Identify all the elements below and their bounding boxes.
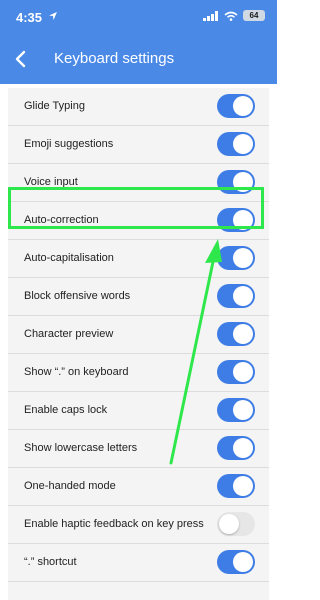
- toggle-switch[interactable]: [217, 322, 255, 346]
- toggle-switch[interactable]: [217, 398, 255, 422]
- setting-label: Enable haptic feedback on key press: [24, 518, 204, 530]
- toggle-switch[interactable]: [217, 132, 255, 156]
- settings-list: Glide Typing Emoji suggestions Voice input…: [8, 88, 269, 600]
- toggle-knob: [233, 438, 253, 458]
- chevron-left-icon: [15, 50, 26, 68]
- setting-row[interactable]: Block offensive words: [8, 278, 269, 316]
- setting-row[interactable]: Character preview: [8, 316, 269, 354]
- app-bar: Keyboard settings: [0, 34, 277, 84]
- toggle-knob: [233, 286, 253, 306]
- setting-row[interactable]: Auto-correction: [8, 202, 269, 240]
- toggle-switch[interactable]: [217, 170, 255, 194]
- setting-row[interactable]: One-handed mode: [8, 468, 269, 506]
- status-indicators: 64: [203, 10, 265, 21]
- toggle-knob: [233, 210, 253, 230]
- toggle-knob: [233, 552, 253, 572]
- location-arrow-icon: [49, 12, 57, 20]
- toggle-knob: [233, 172, 253, 192]
- setting-row[interactable]: Voice input: [8, 164, 269, 202]
- setting-label: Emoji suggestions: [24, 138, 114, 150]
- toggle-knob: [233, 476, 253, 496]
- status-time: 4:35: [16, 10, 43, 25]
- wifi-icon: [224, 11, 238, 21]
- toggle-switch[interactable]: [217, 550, 255, 574]
- setting-label: “.” shortcut: [24, 556, 77, 568]
- setting-label: Show “.” on keyboard: [24, 366, 129, 378]
- toggle-knob: [233, 362, 253, 382]
- setting-label: Character preview: [24, 328, 114, 340]
- setting-label: Show lowercase letters: [24, 442, 138, 454]
- toggle-switch[interactable]: [217, 208, 255, 232]
- toggle-knob: [233, 324, 253, 344]
- toggle-switch[interactable]: [217, 512, 255, 536]
- page-title: Keyboard settings: [54, 50, 175, 67]
- toggle-switch[interactable]: [217, 474, 255, 498]
- toggle-switch[interactable]: [217, 246, 255, 270]
- setting-label: Auto-correction: [24, 214, 99, 226]
- toggle-switch[interactable]: [217, 284, 255, 308]
- toggle-knob: [219, 514, 239, 534]
- setting-row[interactable]: Emoji suggestions: [8, 126, 269, 164]
- toggle-switch[interactable]: [217, 360, 255, 384]
- setting-row[interactable]: Enable haptic feedback on key press: [8, 506, 269, 544]
- setting-label: One-handed mode: [24, 480, 116, 492]
- toggle-knob: [233, 400, 253, 420]
- back-button[interactable]: [8, 46, 34, 72]
- setting-row[interactable]: Glide Typing: [8, 88, 269, 126]
- setting-row[interactable]: Auto-capitalisation: [8, 240, 269, 278]
- battery-icon: 64: [243, 10, 265, 21]
- setting-label: Auto-capitalisation: [24, 252, 114, 264]
- setting-row[interactable]: Show lowercase letters: [8, 430, 269, 468]
- status-bar: 4:35 64: [0, 0, 277, 34]
- setting-label: Voice input: [24, 176, 78, 188]
- setting-row[interactable]: Enable caps lock: [8, 392, 269, 430]
- signal-icon: [203, 10, 218, 21]
- toggle-knob: [233, 134, 253, 154]
- toggle-switch[interactable]: [217, 436, 255, 460]
- toggle-knob: [233, 248, 253, 268]
- setting-label: Block offensive words: [24, 290, 131, 302]
- toggle-switch[interactable]: [217, 94, 255, 118]
- setting-row[interactable]: Show “.” on keyboard: [8, 354, 269, 392]
- setting-row[interactable]: “.” shortcut: [8, 544, 269, 582]
- toggle-knob: [233, 96, 253, 116]
- setting-label: Glide Typing: [24, 100, 85, 112]
- setting-label: Enable caps lock: [24, 404, 108, 416]
